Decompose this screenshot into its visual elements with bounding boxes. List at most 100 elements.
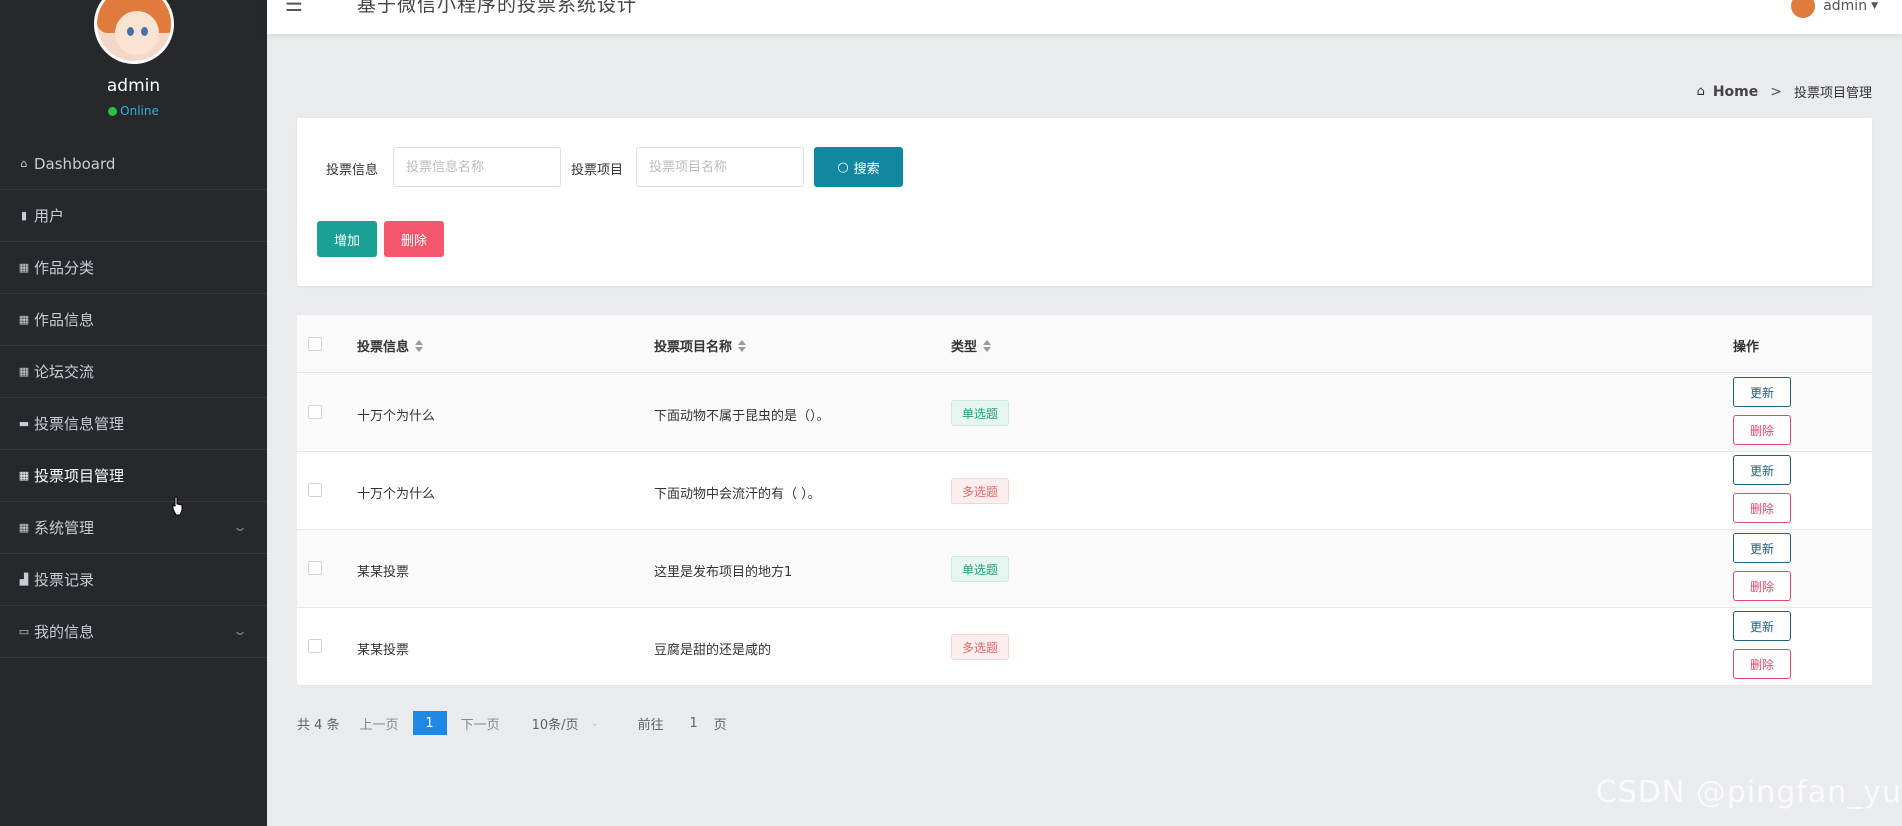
- grid-icon: ▦: [18, 261, 30, 274]
- row-delete-button[interactable]: 删除: [1733, 415, 1791, 445]
- sidebar-item-label: 系统管理: [34, 519, 95, 537]
- search-button[interactable]: ○ 搜索: [814, 147, 903, 187]
- table-body: 十万个为什么 下面动物不属于昆虫的是（）。 单选题 更新 删除 十万个为什么 下…: [297, 374, 1872, 686]
- vote-project-search-input[interactable]: [636, 147, 804, 187]
- row-delete-button[interactable]: 删除: [1733, 571, 1791, 601]
- sidebar-item-label: 我的信息: [34, 623, 95, 641]
- sidebar-item-vote-project[interactable]: ▦ 投票项目管理: [0, 450, 267, 502]
- sidebar-item-dashboard[interactable]: ⌂ Dashboard: [0, 138, 267, 190]
- update-button[interactable]: 更新: [1733, 455, 1791, 485]
- menu-toggle-icon[interactable]: ☰: [285, 0, 303, 16]
- page-size-value: 10条/页: [531, 717, 579, 733]
- sidebar-item-label: 作品信息: [34, 311, 95, 329]
- sidebar-item-label: 投票信息管理: [34, 415, 125, 433]
- table-header: 投票信息 投票项目名称 类型 操作: [297, 315, 1872, 373]
- user-icon: ▮: [20, 209, 28, 222]
- avatar: [1791, 0, 1816, 18]
- sidebar-item-vote-info[interactable]: ▬ 投票信息管理: [0, 398, 267, 450]
- sort-icon[interactable]: [983, 340, 992, 352]
- page-unit-label: 页: [713, 717, 727, 733]
- vote-info-label: 投票信息: [326, 163, 379, 178]
- chevron-down-icon: ⌄: [231, 520, 249, 534]
- sidebar-item-label: 用户: [34, 207, 65, 225]
- caret-down-icon: ▼: [1871, 1, 1878, 11]
- page-number-button[interactable]: 1: [412, 711, 447, 735]
- sidebar-item-label: 作品分类: [34, 259, 95, 277]
- goto-label: 前往: [637, 717, 664, 733]
- avatar[interactable]: [94, 0, 174, 64]
- home-icon: ⌂: [1696, 84, 1705, 99]
- header-label: 投票项目名称: [654, 340, 733, 355]
- row-checkbox[interactable]: [308, 561, 322, 575]
- breadcrumb-current: 投票项目管理: [1793, 86, 1872, 101]
- top-bar: ☰ 基于微信小程序的投票系统设计 admin ▼: [267, 0, 1902, 34]
- row-checkbox[interactable]: [308, 639, 322, 653]
- search-icon: ○: [837, 159, 849, 175]
- grid-icon: ▦: [18, 313, 30, 326]
- type-badge: 单选题: [951, 556, 1010, 582]
- column-header-type[interactable]: 类型: [951, 336, 992, 355]
- page-size-select[interactable]: 10条/页 ⌄: [532, 714, 608, 733]
- update-button[interactable]: 更新: [1733, 377, 1791, 407]
- chevron-down-icon: ⌄: [590, 717, 599, 729]
- sidebar-item-label: 投票项目管理: [34, 467, 125, 485]
- row-delete-button[interactable]: 删除: [1733, 649, 1791, 679]
- prev-page-button[interactable]: 上一页: [360, 714, 399, 733]
- data-table: 投票信息 投票项目名称 类型 操作 十万个为什么 下面动物不属于昆虫的是（）。 …: [297, 315, 1872, 686]
- next-page-button[interactable]: 下一页: [461, 714, 500, 733]
- sidebar-username: admin: [106, 76, 161, 96]
- sidebar-item-work-info[interactable]: ▦ 作品信息: [0, 294, 267, 346]
- row-delete-button[interactable]: 删除: [1733, 493, 1791, 523]
- sort-icon[interactable]: [415, 340, 424, 352]
- row-checkbox[interactable]: [308, 483, 322, 497]
- column-header-actions: 操作: [1733, 340, 1760, 355]
- online-dot-icon: [108, 107, 118, 116]
- column-header-project-name[interactable]: 投票项目名称: [654, 336, 747, 355]
- cell-project-name: 豆腐是甜的还是咸的: [654, 643, 772, 658]
- ticket-icon: ▬: [18, 417, 30, 430]
- sidebar-menu: ⌂ Dashboard ▮ 用户 ▦ 作品分类 ▦ 作品信息 ▦ 论坛交流 ▬ …: [0, 138, 267, 658]
- sidebar-item-label: 投票记录: [34, 571, 95, 589]
- cell-project-name: 下面动物不属于昆虫的是（）。: [654, 409, 830, 424]
- cell-vote-info: 十万个为什么: [357, 487, 436, 502]
- search-button-label: 搜索: [853, 161, 880, 177]
- sidebar-item-my-info[interactable]: ▭ 我的信息 ⌄: [0, 606, 267, 658]
- cell-vote-info: 某某投票: [357, 643, 410, 658]
- sidebar-item-label: Dashboard: [34, 154, 116, 173]
- cell-project-name: 下面动物中会流汗的有（ ）。: [654, 487, 821, 502]
- column-header-vote-info[interactable]: 投票信息: [357, 336, 424, 355]
- add-button[interactable]: 增加: [317, 221, 377, 257]
- chevron-down-icon: ⌄: [231, 624, 249, 638]
- status-badge: Online: [0, 104, 267, 118]
- table-row: 十万个为什么 下面动物中会流汗的有（ ）。 多选题 更新 删除: [297, 452, 1872, 530]
- sort-icon[interactable]: [738, 340, 747, 352]
- table-row: 某某投票 豆腐是甜的还是咸的 多选题 更新 删除: [297, 608, 1872, 686]
- sidebar-item-work-category[interactable]: ▦ 作品分类: [0, 242, 267, 294]
- update-button[interactable]: 更新: [1733, 611, 1791, 641]
- row-checkbox[interactable]: [308, 405, 322, 419]
- cell-vote-info: 某某投票: [357, 565, 410, 580]
- watermark: CSDN @pingfan_yu: [1595, 775, 1902, 810]
- header-label: 投票信息: [357, 340, 410, 355]
- vote-info-search-input[interactable]: [393, 147, 561, 187]
- sidebar-item-label: 论坛交流: [34, 363, 95, 381]
- table-row: 某某投票 这里是发布项目的地方1 单选题 更新 删除: [297, 530, 1872, 608]
- sidebar-item-forum[interactable]: ▦ 论坛交流: [0, 346, 267, 398]
- breadcrumb-home[interactable]: Home: [1713, 84, 1758, 100]
- select-all-checkbox[interactable]: [308, 337, 322, 351]
- sidebar-item-system[interactable]: ▦ 系统管理 ⌄: [0, 502, 267, 554]
- sidebar-item-user[interactable]: ▮ 用户: [0, 190, 267, 242]
- user-menu[interactable]: admin ▼: [1791, 0, 1878, 18]
- goto-page-input[interactable]: 1: [682, 716, 706, 731]
- cell-project-name: 这里是发布项目的地方1: [654, 565, 793, 580]
- delete-button[interactable]: 删除: [384, 221, 444, 257]
- top-username: admin: [1823, 0, 1868, 14]
- update-button[interactable]: 更新: [1733, 533, 1791, 563]
- search-panel: 投票信息 投票项目 ○ 搜索 增加 删除: [297, 118, 1872, 286]
- card-icon: ▭: [18, 625, 30, 638]
- sidebar-item-vote-record[interactable]: ▟ 投票记录: [0, 554, 267, 606]
- grid-icon: ▦: [18, 521, 30, 534]
- header-label: 类型: [951, 340, 978, 355]
- page-title: 基于微信小程序的投票系统设计: [357, 0, 638, 16]
- home-icon: ⌂: [20, 157, 28, 170]
